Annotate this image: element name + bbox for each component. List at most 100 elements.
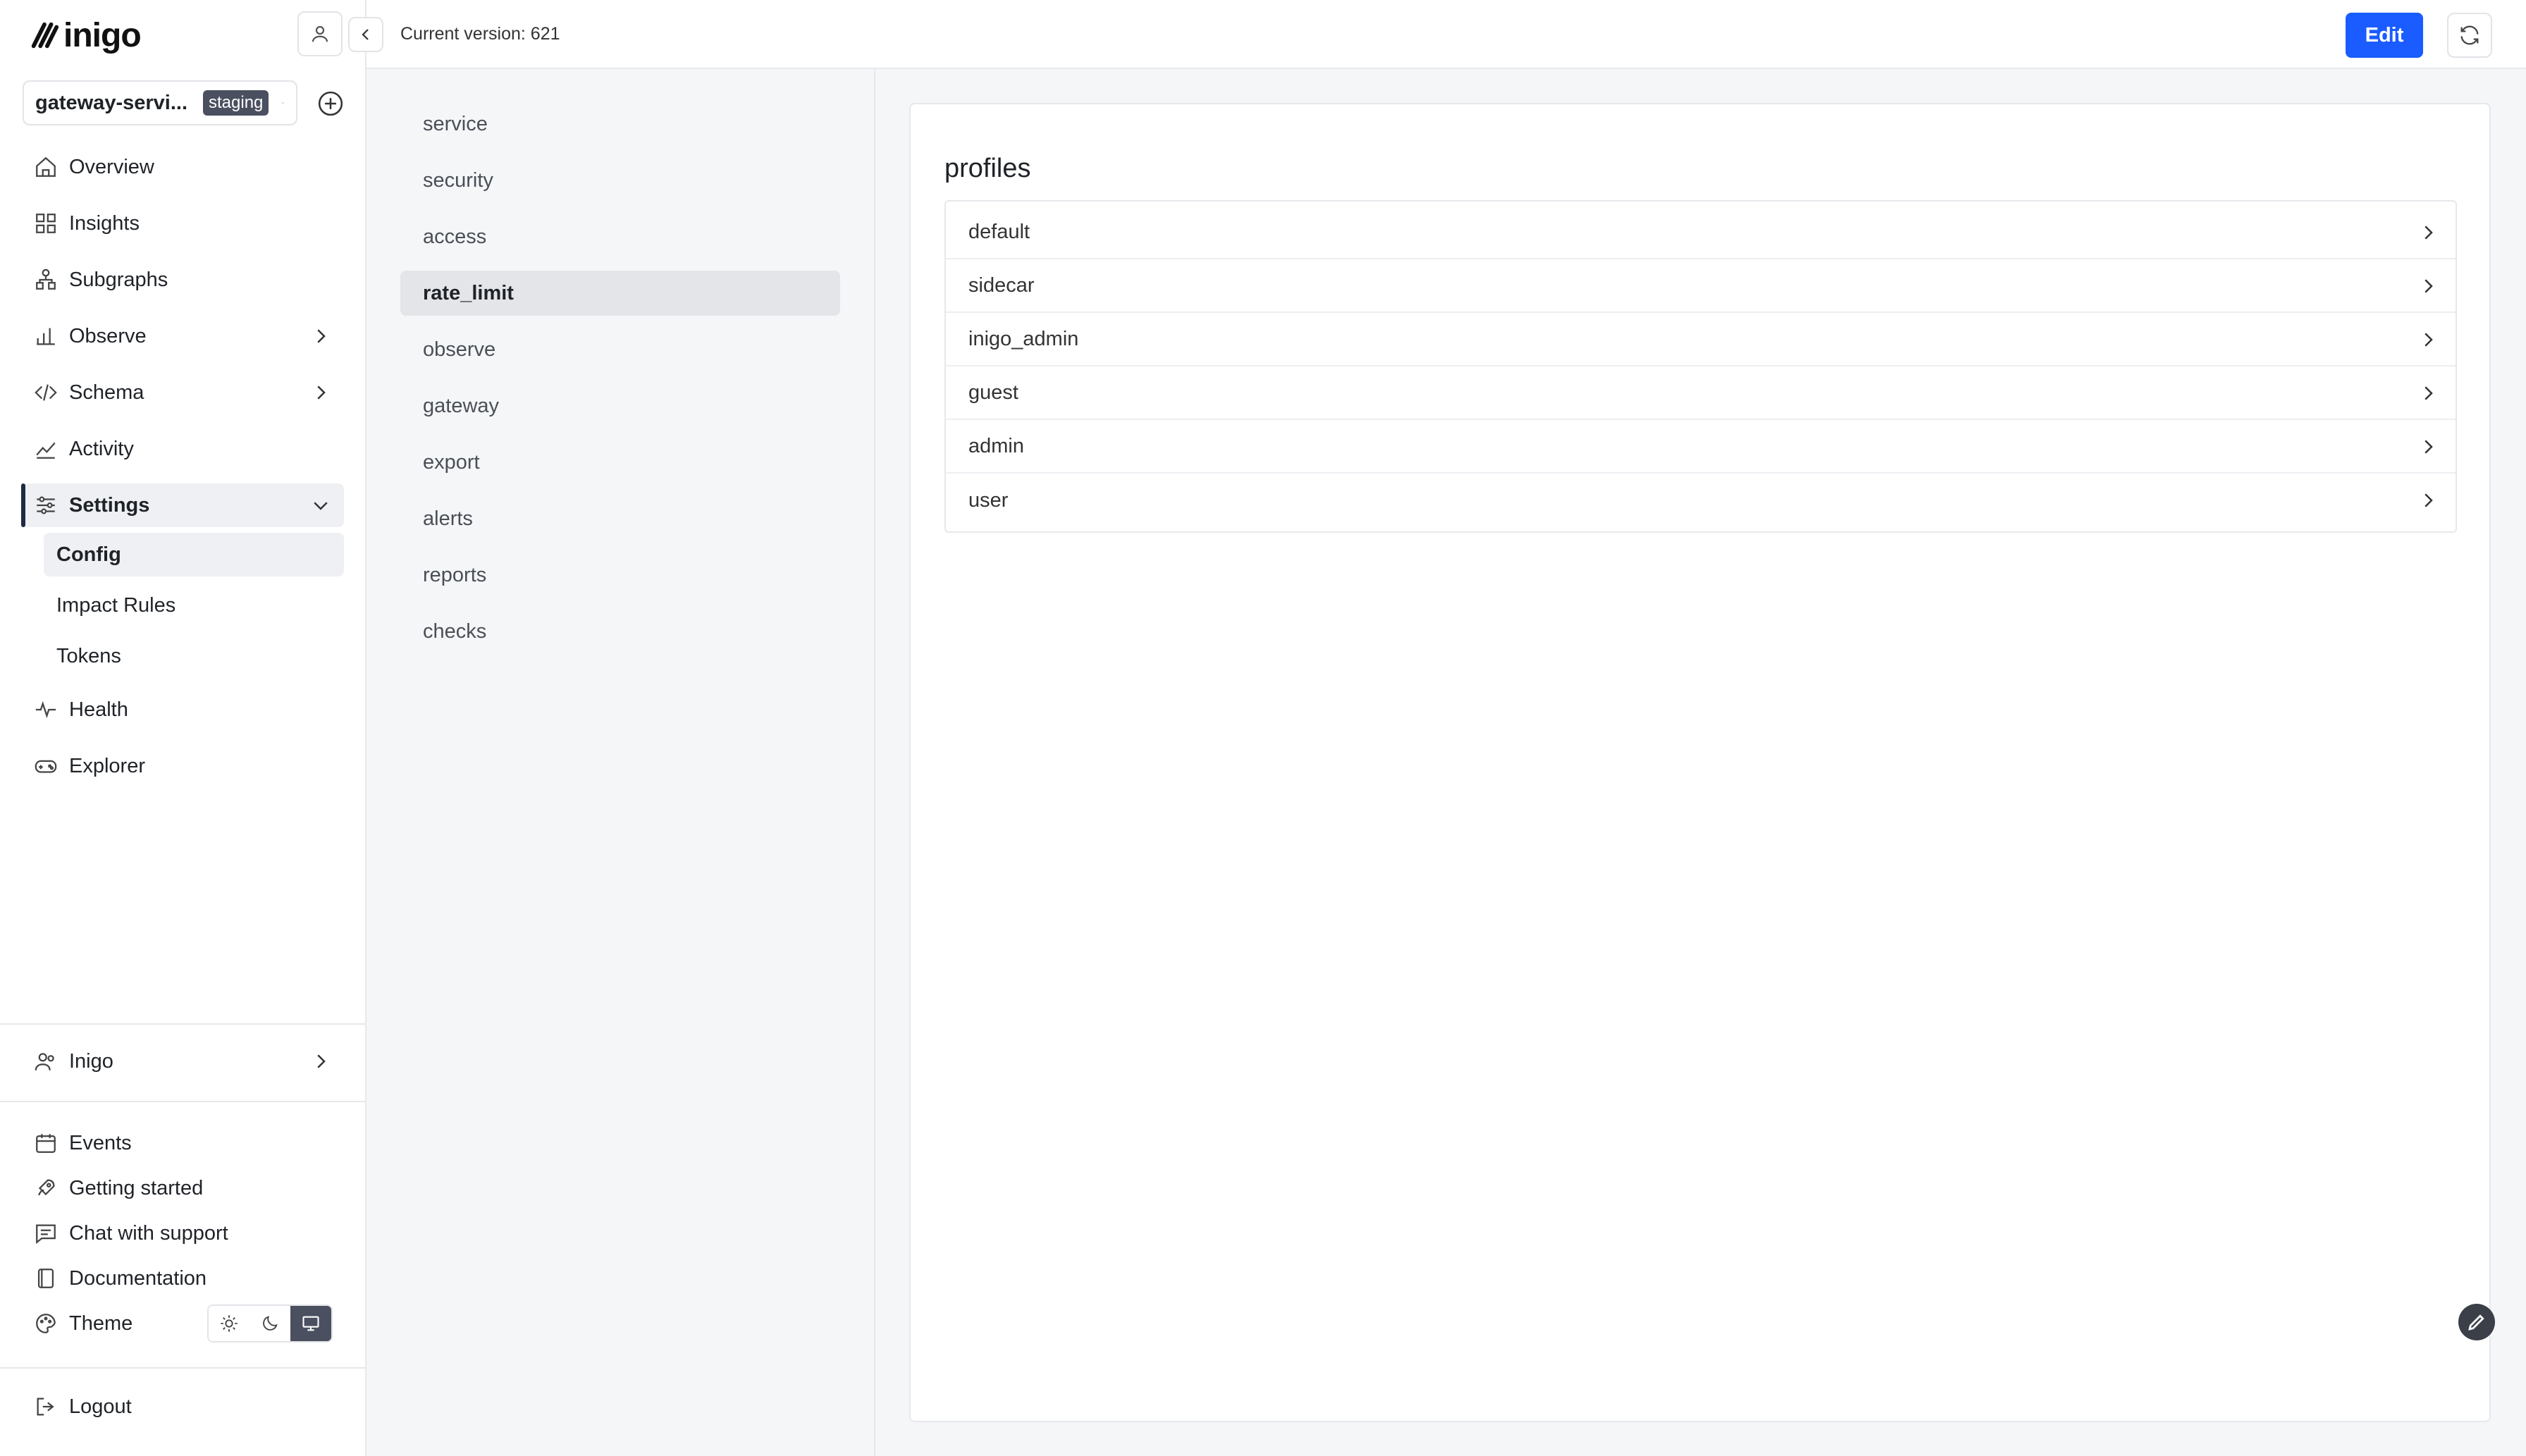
- service-name: gateway-servi...: [35, 91, 187, 114]
- nav-label: Health: [69, 698, 128, 721]
- rocket-icon: [38, 1179, 55, 1196]
- config-sections: service security access rate_limit obser…: [366, 69, 875, 1456]
- nav-label: Observe: [69, 324, 147, 347]
- section-observe[interactable]: observe: [400, 327, 840, 372]
- sidebar-divider: [0, 1367, 365, 1369]
- events-label: Events: [69, 1131, 132, 1154]
- pencil-icon: [2468, 1314, 2484, 1331]
- nav-activity[interactable]: Activity: [23, 427, 344, 471]
- pulse-icon: [35, 701, 56, 719]
- documentation-link[interactable]: Documentation: [23, 1256, 344, 1301]
- theme-switch: [207, 1304, 333, 1343]
- logout-group: Logout: [23, 1384, 344, 1429]
- nav-label: Subgraphs: [69, 268, 168, 291]
- environment-badge: staging: [203, 90, 269, 116]
- add-service-icon[interactable]: [317, 90, 344, 117]
- refresh-button[interactable]: [2447, 13, 2492, 58]
- profile-row-default[interactable]: default: [946, 206, 2456, 259]
- nav-schema[interactable]: Schema: [23, 371, 344, 414]
- monitor-icon: [302, 1316, 319, 1331]
- org-group: Inigo: [23, 1039, 344, 1084]
- profile-label: guest: [968, 381, 1018, 404]
- nav-label: Overview: [69, 155, 154, 178]
- theme-dark-option[interactable]: [249, 1306, 290, 1341]
- chevron-left-icon: [362, 29, 369, 40]
- nav-subgraphs[interactable]: Subgraphs: [23, 258, 344, 302]
- card-title: profiles: [944, 154, 1031, 183]
- palette-icon: [36, 1314, 56, 1333]
- chevron-down-icon: [314, 502, 328, 510]
- chevron-right-icon: [2425, 386, 2433, 400]
- edit-button[interactable]: Edit: [2346, 13, 2423, 58]
- sidebar-divider: [0, 1101, 365, 1102]
- section-export[interactable]: export: [400, 440, 840, 485]
- section-checks[interactable]: checks: [400, 609, 840, 654]
- logo[interactable]: inigo: [28, 16, 142, 55]
- profile-row-inigo-admin[interactable]: inigo_admin: [946, 313, 2456, 366]
- profile-label: sidecar: [968, 273, 1035, 297]
- section-security[interactable]: security: [400, 158, 840, 203]
- events-link[interactable]: Events: [23, 1121, 344, 1166]
- nav-settings[interactable]: Settings: [21, 483, 344, 527]
- subnav-config[interactable]: Config: [44, 533, 344, 576]
- section-service[interactable]: service: [400, 101, 840, 147]
- nav-health[interactable]: Health: [23, 688, 344, 732]
- nav-observe[interactable]: Observe: [23, 314, 344, 358]
- theme-row: Theme: [23, 1301, 344, 1346]
- theme-system-option[interactable]: [290, 1306, 331, 1341]
- section-alerts[interactable]: alerts: [400, 496, 840, 541]
- settings-subnav: Config Impact Rules Tokens: [44, 533, 344, 678]
- user-button[interactable]: [297, 11, 343, 56]
- main-content: profiles default sidecar inigo_admin gue…: [875, 69, 2526, 1456]
- brand-name: inigo: [63, 16, 142, 54]
- sliders-icon: [37, 496, 55, 514]
- profiles-card: profiles default sidecar inigo_admin gue…: [909, 103, 2491, 1422]
- section-access[interactable]: access: [400, 214, 840, 259]
- users-icon: [35, 1053, 54, 1071]
- profile-row-guest[interactable]: guest: [946, 366, 2456, 420]
- sidebar: inigo gateway-servi... staging Overview …: [0, 0, 383, 1456]
- subnav-impact-rules[interactable]: Impact Rules: [44, 584, 344, 627]
- chevron-right-icon: [2425, 226, 2433, 240]
- profile-row-sidecar[interactable]: sidecar: [946, 259, 2456, 313]
- inigo-logo-icon: [31, 22, 59, 49]
- main-nav: Overview Insights Subgraphs Observe Sche…: [21, 145, 344, 801]
- org-switcher[interactable]: Inigo: [23, 1039, 344, 1084]
- nav-insights[interactable]: Insights: [23, 202, 344, 245]
- refresh-icon: [2460, 25, 2479, 45]
- nav-label: Insights: [69, 211, 140, 235]
- sidebar-divider: [0, 1023, 365, 1025]
- logout-label: Logout: [69, 1395, 132, 1418]
- nav-label: Settings: [69, 493, 150, 517]
- nav-label: Schema: [69, 381, 144, 404]
- section-reports[interactable]: reports: [400, 553, 840, 598]
- profile-row-user[interactable]: user: [946, 474, 2456, 527]
- nav-label: Explorer: [69, 754, 145, 777]
- calendar-icon: [36, 1134, 56, 1153]
- user-icon: [312, 25, 328, 42]
- section-gateway[interactable]: gateway: [400, 383, 840, 428]
- code-icon: [35, 384, 57, 401]
- chat-support-link[interactable]: Chat with support: [23, 1211, 344, 1256]
- service-selector[interactable]: gateway-servi... staging: [23, 80, 297, 125]
- section-rate-limit[interactable]: rate_limit: [400, 271, 840, 316]
- logout-button[interactable]: Logout: [23, 1384, 344, 1429]
- collapse-sidebar-button[interactable]: [348, 17, 383, 52]
- profile-label: admin: [968, 434, 1024, 457]
- getting-started-label: Getting started: [69, 1176, 204, 1199]
- subnav-tokens[interactable]: Tokens: [44, 634, 344, 678]
- nav-overview[interactable]: Overview: [23, 145, 344, 189]
- theme-light-option[interactable]: [209, 1306, 249, 1341]
- profile-label: inigo_admin: [968, 327, 1079, 350]
- profile-label: default: [968, 220, 1030, 243]
- chevron-right-icon: [317, 385, 326, 400]
- chevron-right-icon: [2425, 279, 2433, 293]
- nav-explorer[interactable]: Explorer: [23, 744, 344, 788]
- gamepad-icon: [35, 760, 57, 773]
- floating-edit-button[interactable]: [2458, 1304, 2495, 1340]
- profile-row-admin[interactable]: admin: [946, 420, 2456, 474]
- chevron-right-icon: [317, 329, 326, 343]
- profiles-list: default sidecar inigo_admin guest admin: [944, 200, 2457, 533]
- getting-started-link[interactable]: Getting started: [23, 1166, 344, 1211]
- home-icon: [36, 156, 56, 177]
